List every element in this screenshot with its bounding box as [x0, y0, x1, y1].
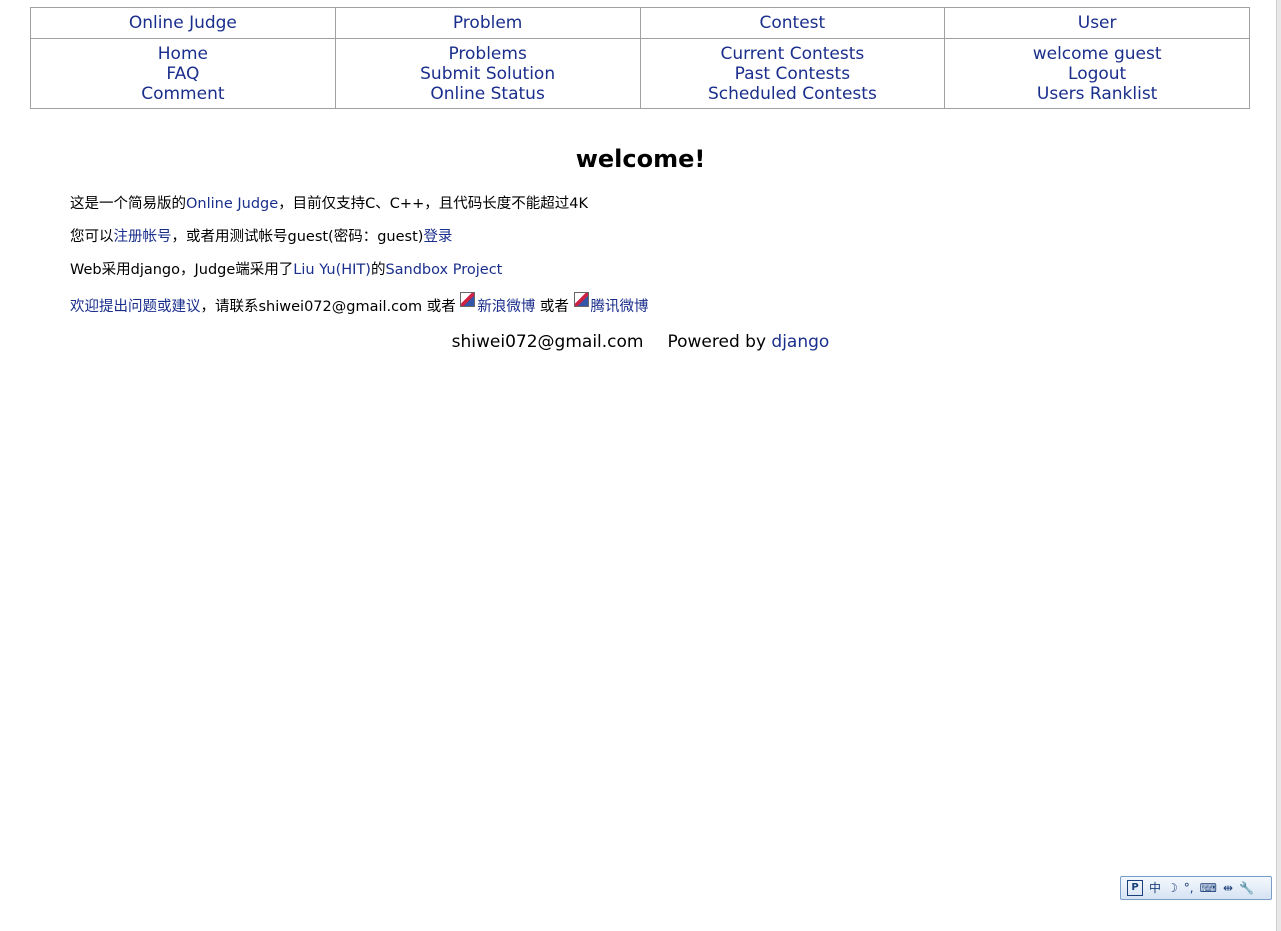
login-link[interactable]: 登录: [423, 229, 452, 245]
nav-problems-link[interactable]: Problems: [337, 44, 639, 64]
broken-image-icon: [573, 292, 589, 307]
feedback-link[interactable]: 欢迎提出问题或建议: [70, 299, 201, 315]
credits-middle: 的: [370, 262, 386, 278]
register-line: 您可以注册帐号，或者用测试帐号guest(密码：guest)登录: [70, 227, 452, 247]
nav-header-problem: Problem: [334, 7, 641, 39]
contact-text: ，请联系shiwei072@gmail.com 或者: [200, 299, 461, 315]
intro-prefix: 这是一个简易版的: [70, 196, 186, 212]
intro-line: 这是一个简易版的Online Judge，目前仅支持C、C++，且代码长度不能超…: [70, 194, 588, 214]
keyboard-icon[interactable]: ⌨: [1200, 880, 1217, 896]
nav-logout-link[interactable]: Logout: [946, 64, 1248, 84]
nav-online-judge-link[interactable]: Online Judge: [129, 13, 237, 33]
nav-welcome-guest-link[interactable]: welcome guest: [946, 44, 1248, 64]
author-link[interactable]: Liu Yu(HIT): [293, 262, 371, 278]
credits-line: Web采用django，Judge端采用了Liu Yu(HIT)的Sandbox…: [70, 260, 502, 280]
nav-current-contests-link[interactable]: Current Contests: [642, 44, 944, 64]
moon-icon[interactable]: ☽: [1167, 880, 1178, 896]
nav-column-online-judge: Home FAQ Comment: [30, 38, 336, 109]
footer: shiwei072@gmail.com Powered by django: [0, 331, 1281, 353]
window-edge: [1276, 0, 1281, 931]
online-judge-link[interactable]: Online Judge: [186, 196, 278, 212]
nav-table: Online Judge Problem Contest User Home F…: [30, 7, 1250, 109]
credits-prefix: Web采用django，Judge端采用了: [70, 262, 294, 278]
register-prefix: 您可以: [70, 229, 114, 245]
nav-home-link[interactable]: Home: [32, 44, 334, 64]
nav-column-contest: Current Contests Past Contests Scheduled…: [639, 38, 946, 109]
wrench-icon[interactable]: 🔧: [1239, 880, 1254, 896]
django-link[interactable]: django: [771, 332, 829, 352]
tencent-weibo-link[interactable]: 腾讯微博: [591, 299, 649, 315]
or-text: 或者: [535, 299, 574, 315]
nav-header-online-judge: Online Judge: [30, 7, 336, 39]
nav-user-link[interactable]: User: [1078, 13, 1117, 33]
nav-users-ranklist-link[interactable]: Users Ranklist: [946, 84, 1248, 104]
nav-past-contests-link[interactable]: Past Contests: [642, 64, 944, 84]
nav-submit-solution-link[interactable]: Submit Solution: [337, 64, 639, 84]
footer-email: shiwei072@gmail.com: [451, 332, 644, 352]
sandbox-project-link[interactable]: Sandbox Project: [385, 262, 502, 278]
punctuation-icon[interactable]: °,: [1184, 880, 1194, 896]
nav-contest-link[interactable]: Contest: [760, 13, 826, 33]
split-icon[interactable]: ⇹: [1223, 880, 1233, 896]
nav-faq-link[interactable]: FAQ: [32, 64, 334, 84]
contact-line: 欢迎提出问题或建议，请联系shiwei072@gmail.com 或者 新浪微博…: [70, 292, 649, 317]
broken-image-icon: [460, 292, 476, 307]
ime-toolbar[interactable]: P 中 ☽ °, ⌨ ⇹ 🔧: [1120, 876, 1272, 900]
nav-online-status-link[interactable]: Online Status: [337, 84, 639, 104]
nav-header-contest: Contest: [639, 7, 946, 39]
ime-mode-toggle[interactable]: 中: [1149, 880, 1161, 896]
page-title: welcome!: [575, 145, 706, 173]
sina-weibo-link[interactable]: 新浪微博: [477, 299, 535, 315]
guest-account-text: ，或者用测试帐号guest(密码：guest): [171, 229, 424, 245]
ime-logo-icon[interactable]: P: [1127, 880, 1143, 896]
nav-header-user: User: [944, 7, 1250, 39]
register-link[interactable]: 注册帐号: [114, 229, 172, 245]
nav-column-problem: Problems Submit Solution Online Status: [334, 38, 641, 109]
nav-comment-link[interactable]: Comment: [32, 84, 334, 104]
footer-powered-by: Powered by: [667, 332, 767, 352]
nav-column-user: welcome guest Logout Users Ranklist: [944, 38, 1250, 109]
intro-suffix: ，目前仅支持C、C++，且代码长度不能超过4K: [278, 196, 588, 212]
nav-problem-link[interactable]: Problem: [453, 13, 523, 33]
nav-scheduled-contests-link[interactable]: Scheduled Contests: [642, 84, 944, 104]
